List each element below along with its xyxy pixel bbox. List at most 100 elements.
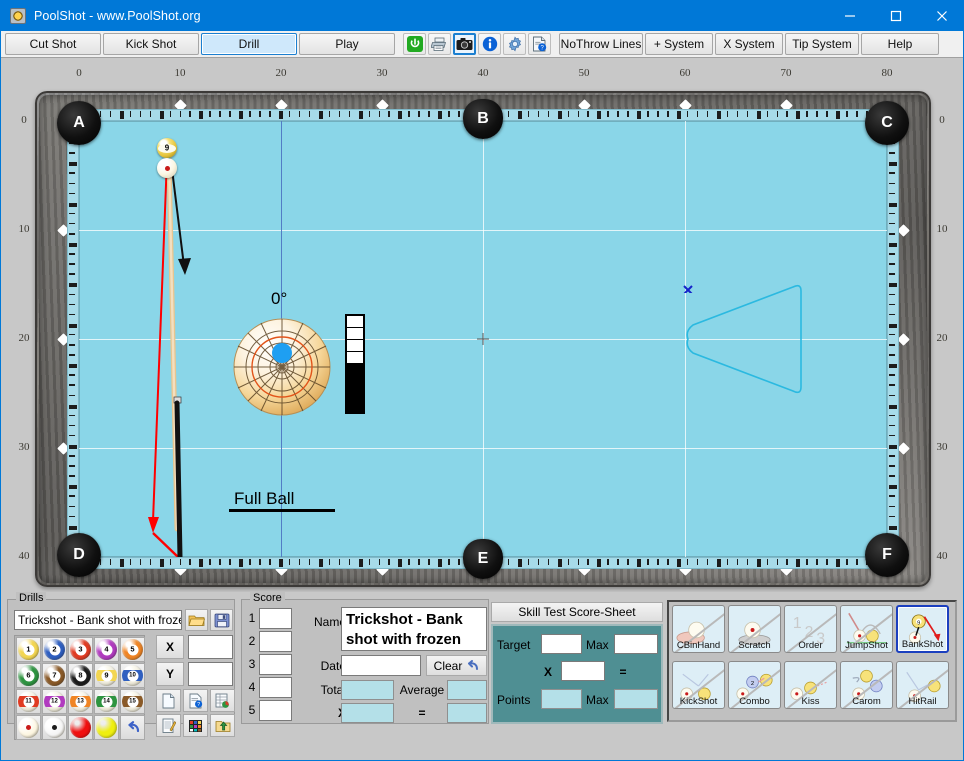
table-report-icon[interactable]	[210, 689, 235, 712]
clear-label: Clear	[433, 658, 463, 673]
yellow-ball[interactable]	[94, 715, 119, 740]
shot-type-label: Kiss	[801, 696, 820, 707]
edit-notes-icon[interactable]	[156, 714, 181, 737]
power-meter[interactable]	[345, 314, 365, 414]
skill-test-body: Target Max X = Points Max	[491, 624, 663, 724]
color-palette-icon[interactable]	[183, 714, 208, 737]
cue-ball-red-dot[interactable]	[16, 715, 41, 740]
tab-play[interactable]: Play	[299, 33, 395, 55]
ball-number-label: 5	[130, 644, 135, 654]
shot-type-kickshot[interactable]: KickShot	[672, 661, 725, 709]
pocket-a[interactable]: A	[57, 101, 101, 145]
drill-ball-7[interactable]: 7	[42, 663, 67, 688]
skill-test-title[interactable]: Skill Test Score-Sheet	[491, 602, 663, 622]
drill-ball-2[interactable]: 2	[42, 637, 67, 662]
object-ball-9[interactable]: 9	[157, 138, 177, 158]
shot-type-row-1[interactable]: CBinHand Scratch 1 2 3 Order JumpShot 9 BankShot	[672, 605, 954, 659]
document-help-icon[interactable]: ?	[183, 689, 208, 712]
h-scale-tick: 40	[477, 67, 489, 79]
contact-underline	[229, 509, 335, 512]
shot-type-hitrail[interactable]: HitRail	[896, 661, 949, 709]
clear-button[interactable]: Clear	[426, 655, 487, 676]
cue-ball-black-dot[interactable]	[42, 715, 67, 740]
print-icon[interactable]	[428, 33, 451, 55]
table-cloth[interactable]: 9 0° Full Ball	[79, 121, 887, 557]
undo-arrow-icon[interactable]	[120, 715, 145, 740]
shot-type-kiss[interactable]: Kiss	[784, 661, 837, 709]
export-folder-icon[interactable]	[210, 714, 235, 737]
red-ball[interactable]	[68, 715, 93, 740]
ball-glyph	[70, 717, 91, 738]
pocket-e[interactable]: E	[463, 539, 503, 579]
save-disk-icon[interactable]	[210, 609, 233, 631]
maximize-button[interactable]	[873, 1, 919, 31]
tab-drill[interactable]: Drill	[201, 33, 297, 55]
ball-number-label: 12	[51, 698, 58, 705]
score-row-input[interactable]	[259, 699, 292, 721]
shot-type-label: KickShot	[679, 696, 718, 707]
shot-type-scratch[interactable]: Scratch	[728, 605, 781, 653]
pocket-c[interactable]: C	[865, 101, 909, 145]
drill-ball-9[interactable]: 9	[94, 663, 119, 688]
shot-type-row-2[interactable]: KickShot 2 Combo Kiss Carom HitRail	[672, 661, 954, 715]
minimize-button[interactable]	[827, 1, 873, 31]
camera-icon[interactable]	[453, 33, 476, 55]
score-name-input[interactable]: Trickshot - Bank shot with frozen	[341, 607, 487, 651]
info-icon[interactable]	[478, 33, 501, 55]
drill-ball-11[interactable]: 11	[16, 689, 41, 714]
drill-ball-14[interactable]: 14	[94, 689, 119, 714]
drill-ball-12[interactable]: 12	[42, 689, 67, 714]
button-x-system[interactable]: X System	[715, 33, 783, 55]
drill-ball-13[interactable]: 13	[68, 689, 93, 714]
shot-type-order[interactable]: 1 2 3 Order	[784, 605, 837, 653]
shot-type-cbinhand[interactable]: CBinHand	[672, 605, 725, 653]
drill-ball-6[interactable]: 6	[16, 663, 41, 688]
ball-glyph: 11	[18, 691, 39, 712]
english-spin-control[interactable]	[232, 317, 332, 417]
new-document-icon[interactable]	[156, 689, 181, 712]
drill-ball-1[interactable]: 1	[16, 637, 41, 662]
shot-type-label: Scratch	[738, 640, 771, 651]
score-row-input[interactable]	[259, 653, 292, 675]
skill-target-max-input[interactable]	[614, 634, 658, 654]
drill-ball-5[interactable]: 5	[120, 637, 145, 662]
ball-glyph	[18, 717, 39, 738]
skill-multiply-input[interactable]	[561, 661, 605, 681]
shot-type-bankshot[interactable]: 9 BankShot	[896, 605, 949, 653]
coord-x-input[interactable]	[188, 635, 233, 659]
tab-cut-shot[interactable]: Cut Shot	[5, 33, 101, 55]
shot-type-carom[interactable]: Carom	[840, 661, 893, 709]
shot-type-jumpshot[interactable]: JumpShot	[840, 605, 893, 653]
help-document-icon[interactable]: ?	[528, 33, 551, 55]
skill-target-input[interactable]	[541, 634, 582, 654]
button-tip-system[interactable]: Tip System	[785, 33, 859, 55]
open-folder-icon[interactable]	[185, 609, 208, 631]
close-button[interactable]	[919, 1, 963, 31]
cue-ball[interactable]	[157, 158, 177, 178]
pocket-d[interactable]: D	[57, 533, 101, 577]
coord-y-input[interactable]	[188, 662, 233, 686]
shot-type-combo[interactable]: 2 Combo	[728, 661, 781, 709]
score-rows[interactable]: 1 2 3 4 5	[245, 607, 298, 722]
pool-table-area[interactable]: 0 10 20 30 40 50 60 70 80 0 10 20 30 40 0 10 20 30 40	[1, 59, 963, 592]
drill-ball-15[interactable]: 15	[120, 689, 145, 714]
score-total-label: Total	[320, 683, 346, 697]
score-date-input[interactable]	[341, 655, 421, 676]
drill-ball-4[interactable]: 4	[94, 637, 119, 662]
pocket-b[interactable]: B	[463, 99, 503, 139]
score-row-input[interactable]	[259, 676, 292, 698]
drill-ball-8[interactable]: 8	[68, 663, 93, 688]
drill-ball-10[interactable]: 10	[120, 663, 145, 688]
score-row-input[interactable]	[259, 607, 292, 629]
button-nothrow-lines[interactable]: NoThrow Lines	[559, 33, 643, 55]
score-row-input[interactable]	[259, 630, 292, 652]
pocket-f[interactable]: F	[865, 533, 909, 577]
drill-name-input[interactable]: Trickshot - Bank shot with frozen	[14, 610, 182, 630]
button-plus-system[interactable]: + System	[645, 33, 713, 55]
settings-gear-icon[interactable]	[503, 33, 526, 55]
tab-kick-shot[interactable]: Kick Shot	[103, 33, 199, 55]
power-icon[interactable]	[403, 33, 426, 55]
drill-ball-palette[interactable]: 1 2 3 4 5 6 7 8 9 10 11 12 13 14 15	[14, 635, 145, 740]
drill-ball-3[interactable]: 3	[68, 637, 93, 662]
button-help[interactable]: Help	[861, 33, 939, 55]
